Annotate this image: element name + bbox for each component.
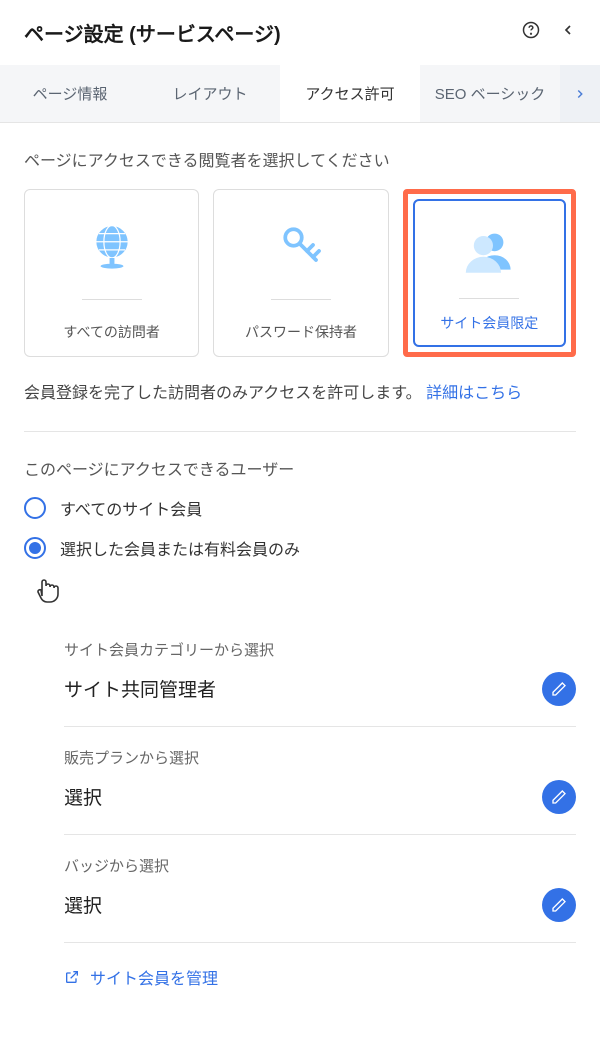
member-selectors: サイト会員カテゴリーから選択 サイト共同管理者 販売プランから選択 選択 バッジ…: [24, 619, 576, 989]
selector-plan: 販売プランから選択 選択: [64, 727, 576, 835]
page-title: ページ設定 (サービスページ): [24, 18, 281, 47]
manage-members-link[interactable]: サイト会員を管理: [64, 943, 576, 989]
card-label: サイト会員限定: [440, 313, 538, 333]
radio-selected-members[interactable]: 選択した会員または有料会員のみ: [24, 536, 576, 560]
selector-value: 選択: [64, 891, 102, 918]
content-area: ページにアクセスできる閲覧者を選択してください すべての訪問者: [0, 123, 600, 1013]
edit-button[interactable]: [542, 888, 576, 922]
members-icon: [461, 217, 517, 287]
desc-text: 会員登録を完了した訪問者のみアクセスを許可します。: [24, 385, 422, 402]
selector-value: 選択: [64, 783, 102, 810]
tab-seo[interactable]: SEO ベーシック: [420, 65, 560, 122]
tab-access[interactable]: アクセス許可: [280, 65, 420, 122]
card-password[interactable]: パスワード保持者: [213, 189, 388, 357]
selector-caption: 販売プランから選択: [64, 747, 576, 768]
radio-label: すべてのサイト会員: [60, 496, 202, 520]
radio-all-members[interactable]: すべてのサイト会員: [24, 496, 576, 520]
panel-header: ページ設定 (サービスページ): [0, 0, 600, 65]
access-prompt: ページにアクセスできる閲覧者を選択してください: [24, 147, 576, 171]
edit-button[interactable]: [542, 672, 576, 706]
selector-category: サイト会員カテゴリーから選択 サイト共同管理者: [64, 619, 576, 727]
selector-caption: サイト会員カテゴリーから選択: [64, 639, 576, 660]
help-icon[interactable]: [522, 21, 540, 44]
back-icon[interactable]: [560, 22, 576, 43]
card-all-visitors[interactable]: すべての訪問者: [24, 189, 199, 357]
external-link-icon: [64, 969, 80, 985]
globe-icon: [86, 210, 138, 280]
selector-caption: バッジから選択: [64, 855, 576, 876]
tabs-next-icon[interactable]: [560, 65, 600, 122]
learn-more-link[interactable]: 詳細はこちら: [426, 385, 522, 402]
card-divider: [271, 299, 331, 300]
tab-page-info[interactable]: ページ情報: [0, 65, 140, 122]
cursor-pointer-icon: [32, 570, 576, 609]
edit-button[interactable]: [542, 780, 576, 814]
card-divider: [82, 299, 142, 300]
header-actions: [522, 21, 576, 44]
manage-link-label: サイト会員を管理: [90, 965, 218, 989]
card-label: すべての訪問者: [63, 322, 159, 342]
highlighted-card-wrapper: サイト会員限定: [403, 189, 576, 357]
radio-icon: [24, 497, 46, 519]
card-divider: [459, 298, 519, 299]
card-label: パスワード保持者: [245, 322, 357, 342]
access-description: 会員登録を完了した訪問者のみアクセスを許可します。 詳細はこちら: [24, 381, 576, 432]
card-members-only[interactable]: サイト会員限定: [413, 199, 566, 347]
selector-value: サイト共同管理者: [64, 675, 216, 702]
radio-label: 選択した会員または有料会員のみ: [60, 536, 300, 560]
visitor-type-cards: すべての訪問者 パスワード保持者: [24, 189, 576, 357]
key-icon: [277, 210, 325, 280]
selector-badge: バッジから選択 選択: [64, 835, 576, 943]
tab-layout[interactable]: レイアウト: [140, 65, 280, 122]
tab-bar: ページ情報 レイアウト アクセス許可 SEO ベーシック: [0, 65, 600, 123]
radio-icon: [24, 537, 46, 559]
users-heading: このページにアクセスできるユーザー: [24, 456, 576, 480]
